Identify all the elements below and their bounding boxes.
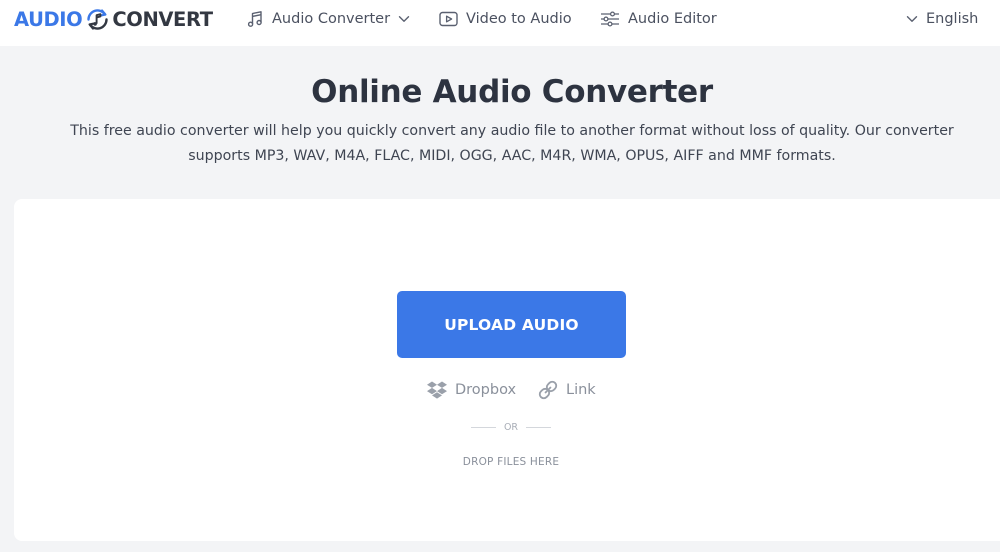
page-subtitle: This free audio converter will help you … [20,119,1000,169]
upload-card[interactable]: UPLOAD AUDIO Dropbox Link OR DROP FILES … [14,199,1000,541]
nav-video-to-audio-label: Video to Audio [466,11,572,27]
top-header: AUDIO CONVERT Audio Converter Video to A… [0,0,1000,46]
upload-audio-button[interactable]: UPLOAD AUDIO [397,291,626,358]
nav-audio-editor[interactable]: Audio Editor [600,8,717,30]
subtitle-line-1: This free audio converter will help you … [70,123,954,139]
nav-audio-converter[interactable]: Audio Converter [246,8,410,30]
drop-files-hint: DROP FILES HERE [462,456,560,468]
nav-audio-converter-label: Audio Converter [272,11,391,27]
page-title: Online Audio Converter [311,74,713,110]
nav-video-to-audio[interactable]: Video to Audio [439,8,572,30]
dropbox-icon [427,381,447,399]
divider-line [526,426,551,428]
language-label: English [926,11,979,27]
language-selector[interactable]: English [906,8,978,30]
or-divider: OR [471,420,551,434]
chevron-down-icon [906,16,918,22]
sliders-icon [601,11,619,27]
nav-audio-editor-label: Audio Editor [628,11,717,27]
site-logo[interactable]: AUDIO CONVERT [14,5,213,33]
chevron-down-icon [398,16,410,22]
music-note-icon [247,11,262,27]
dropbox-source-button[interactable]: Dropbox [426,379,516,401]
logo-text-audio: AUDIO [14,7,83,31]
link-source-button[interactable]: Link [537,379,596,401]
dropbox-label: Dropbox [455,382,517,398]
logo-text-convert: CONVERT [112,7,213,31]
or-label: OR [503,421,519,433]
music-note-refresh-icon [87,8,109,30]
link-icon [538,380,558,400]
link-label: Link [566,382,596,398]
divider-line [471,426,496,428]
subtitle-line-2: supports MP3, WAV, M4A, FLAC, MIDI, OGG,… [188,148,836,164]
play-icon [439,11,458,27]
